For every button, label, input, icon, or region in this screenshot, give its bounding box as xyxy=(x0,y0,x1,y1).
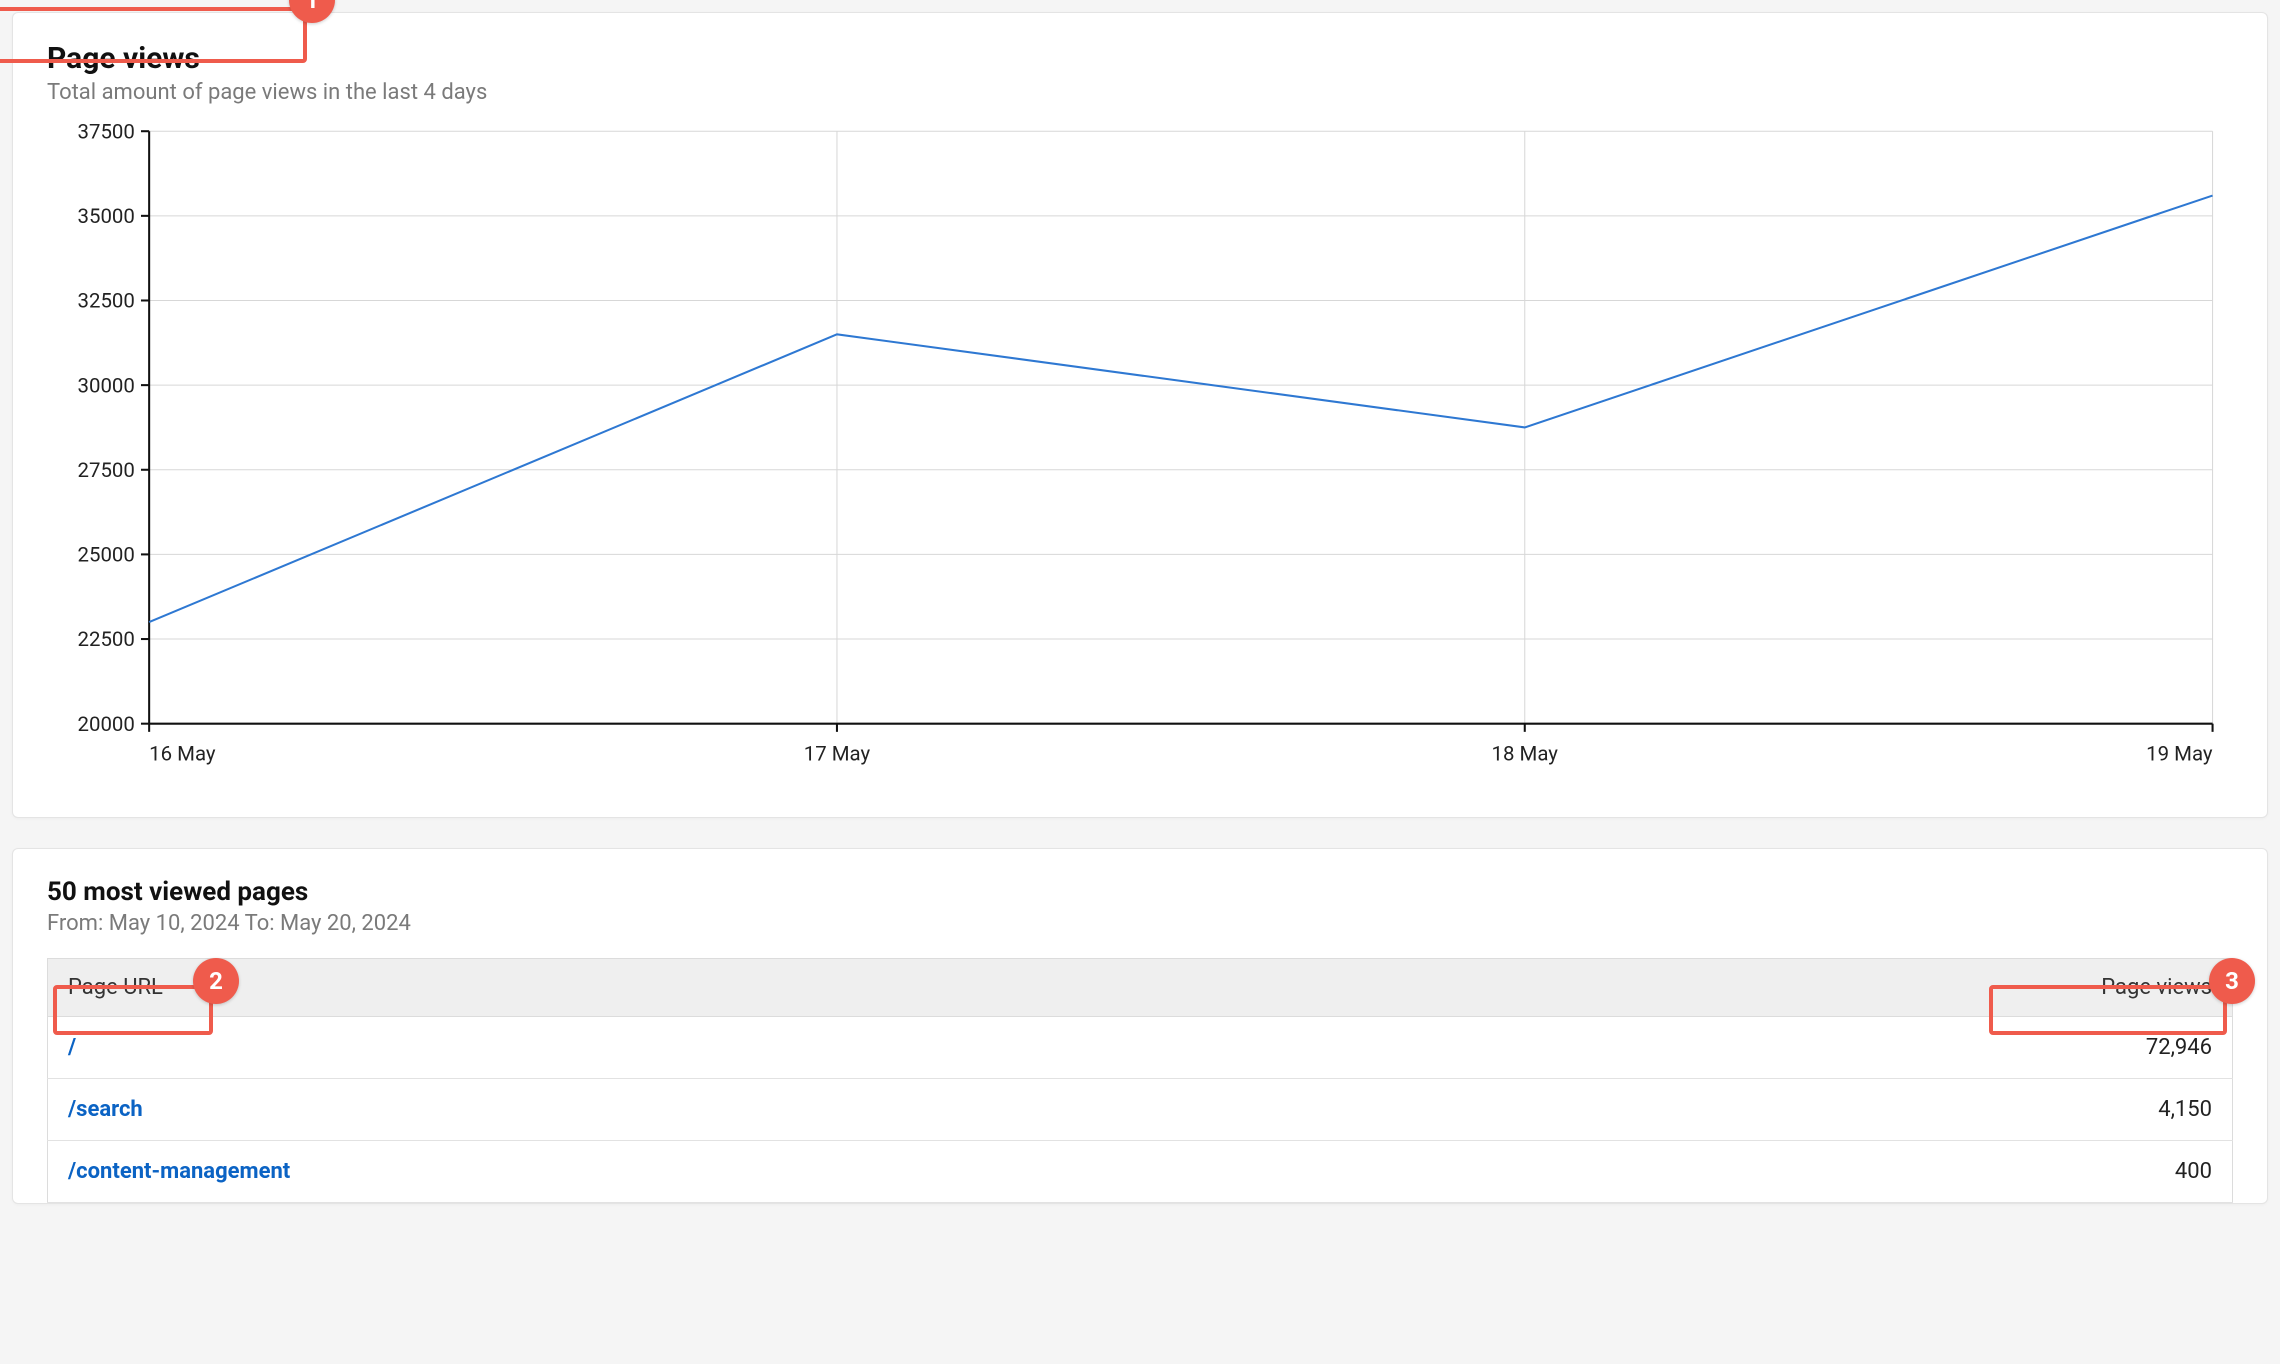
svg-text:22500: 22500 xyxy=(78,627,135,651)
chart-svg: 20000 22500 25000 27500 30000 32500 35000 37500… xyxy=(47,121,2233,785)
column-header-url-label: Page URL xyxy=(68,975,163,1000)
table-subtitle: From: May 10, 2024 To: May 20, 2024 xyxy=(47,911,2233,936)
page-url-link[interactable]: /search xyxy=(68,1097,143,1122)
chart-title: Page views xyxy=(47,41,2233,76)
cell-views: 400 xyxy=(1973,1140,2233,1202)
svg-text:19 May: 19 May xyxy=(2146,741,2213,765)
table-header-row: Page URL Page views xyxy=(48,958,2233,1016)
svg-text:35000: 35000 xyxy=(78,204,135,228)
cell-views: 72,946 xyxy=(1973,1016,2233,1078)
annotation-badge-1: 1 xyxy=(289,0,335,23)
svg-text:16 May: 16 May xyxy=(149,741,216,765)
svg-text:30000: 30000 xyxy=(78,373,135,397)
svg-text:17 May: 17 May xyxy=(804,741,871,765)
table-row: / 72,946 xyxy=(48,1016,2233,1078)
most-viewed-panel: 50 most viewed pages From: May 10, 2024 … xyxy=(12,848,2268,1204)
cell-url: / xyxy=(48,1016,1973,1078)
table-row: /content-management 400 xyxy=(48,1140,2233,1202)
chart-subtitle: Total amount of page views in the last 4… xyxy=(47,80,2233,105)
page-url-link[interactable]: / xyxy=(68,1035,76,1060)
svg-text:20000: 20000 xyxy=(78,712,135,736)
column-header-views-label: Page views xyxy=(2101,975,2212,1000)
cell-url: /content-management xyxy=(48,1140,1973,1202)
page-url-link[interactable]: /content-management xyxy=(68,1159,290,1184)
table-row: /search 4,150 xyxy=(48,1078,2233,1140)
svg-text:25000: 25000 xyxy=(78,543,135,567)
pages-table: Page URL Page views /72,946/search4,150/… xyxy=(47,958,2233,1203)
svg-text:27500: 27500 xyxy=(78,458,135,482)
cell-views: 4,150 xyxy=(1973,1078,2233,1140)
svg-text:18 May: 18 May xyxy=(1492,741,1559,765)
svg-text:32500: 32500 xyxy=(78,289,135,313)
column-header-url[interactable]: Page URL xyxy=(48,958,1973,1016)
cell-url: /search xyxy=(48,1078,1973,1140)
column-header-views[interactable]: Page views xyxy=(1973,958,2233,1016)
page-views-chart: 20000 22500 25000 27500 30000 32500 35000 37500… xyxy=(47,121,2233,785)
table-title: 50 most viewed pages xyxy=(47,877,2233,907)
page-views-panel: 1 Page views Total amount of page views … xyxy=(12,12,2268,818)
svg-text:37500: 37500 xyxy=(78,121,135,143)
